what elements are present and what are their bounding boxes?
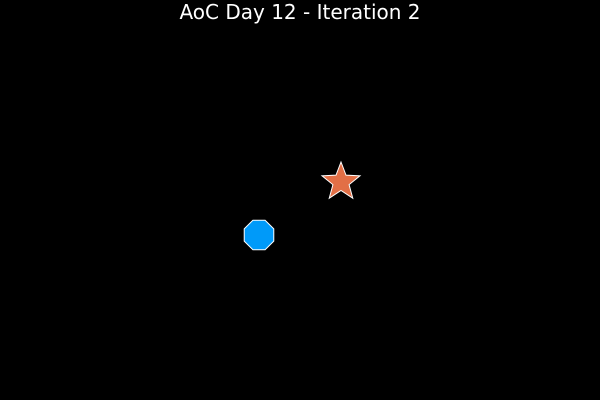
scatter-point-octagon [243,219,275,251]
plot-area [243,160,362,251]
chart-canvas: AoC Day 12 - Iteration 2 [0,0,600,400]
scatter-point-star [320,160,362,200]
